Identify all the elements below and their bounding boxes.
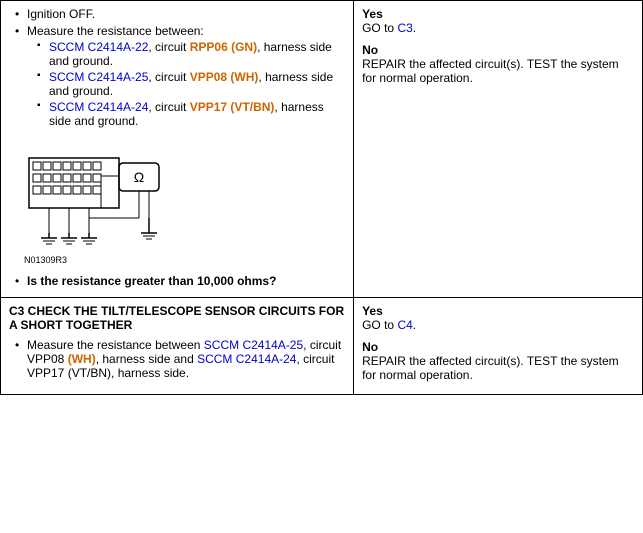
main-table: Ignition OFF. Measure the resistance bet… xyxy=(0,0,643,395)
sub-text-2: , circuit xyxy=(148,70,189,84)
step-list-1: Ignition OFF. Measure the resistance bet… xyxy=(9,7,345,128)
sub-item-2: SCCM C2414A-25, circuit VPP08 (WH), harn… xyxy=(35,70,345,98)
question-item: Is the resistance greater than 10,000 oh… xyxy=(13,274,345,288)
sub-item-3: SCCM C2414A-24, circuit VPP17 (VT/BN), h… xyxy=(35,100,345,128)
yes-link-2[interactable]: C4 xyxy=(397,318,412,332)
question-list: Is the resistance greater than 10,000 oh… xyxy=(9,274,345,288)
circuit-3: VPP17 (VT/BN) xyxy=(190,100,275,114)
sccm-link-3[interactable]: SCCM C2414A-24 xyxy=(49,100,148,114)
yes-label-2: Yes xyxy=(362,304,634,318)
question-text: Is the resistance greater than 10,000 oh… xyxy=(27,274,276,288)
yes-action-2: GO to C4. xyxy=(362,318,634,332)
sub-text-3: , circuit xyxy=(148,100,189,114)
ignition-text: Ignition OFF. xyxy=(27,7,95,21)
no-action-2: REPAIR the affected circuit(s). TEST the… xyxy=(362,354,634,382)
yes-section-1: Yes GO to C3. xyxy=(362,7,634,35)
sccm-link-4[interactable]: SCCM C2414A-25 xyxy=(204,338,303,352)
measure-item: Measure the resistance between: SCCM C24… xyxy=(13,24,345,128)
circuit-2: VPP08 (WH) xyxy=(190,70,259,84)
no-section-2: No REPAIR the affected circuit(s). TEST … xyxy=(362,340,634,382)
sub-item-1: SCCM C2414A-22, circuit RPP06 (GN), harn… xyxy=(35,40,345,68)
left-col-1: Ignition OFF. Measure the resistance bet… xyxy=(1,1,354,298)
no-label-1: No xyxy=(362,43,634,57)
sub-list-1: SCCM C2414A-22, circuit RPP06 (GN), harn… xyxy=(27,40,345,128)
measure-item-2: Measure the resistance between SCCM C241… xyxy=(13,338,345,380)
no-section-1: No REPAIR the affected circuit(s). TEST … xyxy=(362,43,634,85)
circuit-1: RPP06 (GN) xyxy=(190,40,257,54)
circuit-color-4: (WH) xyxy=(68,352,96,366)
wiring-diagram: Ω xyxy=(19,138,179,268)
right-col-1: Yes GO to C3. No REPAIR the affected cir… xyxy=(354,1,643,298)
c3-header: C3 CHECK THE TILT/TELESCOPE SENSOR CIRCU… xyxy=(9,304,345,332)
circuit-rest-4: , harness side and xyxy=(96,352,197,366)
sccm-link-5[interactable]: SCCM C2414A-24 xyxy=(197,352,296,366)
yes-period-2: . xyxy=(413,318,416,332)
diagram-container: Ω xyxy=(19,138,345,268)
measure-intro: Measure the resistance between: xyxy=(27,24,204,38)
left-col-2: C3 CHECK THE TILT/TELESCOPE SENSOR CIRCU… xyxy=(1,298,354,395)
sub-text-1: , circuit xyxy=(148,40,189,54)
svg-text:Ω: Ω xyxy=(134,169,144,185)
yes-link-1[interactable]: C3 xyxy=(397,21,412,35)
sccm-link-2[interactable]: SCCM C2414A-25 xyxy=(49,70,148,84)
no-action-1: REPAIR the affected circuit(s). TEST the… xyxy=(362,57,634,85)
yes-action-text-1: GO to xyxy=(362,21,397,35)
right-col-2: Yes GO to C4. No REPAIR the affected cir… xyxy=(354,298,643,395)
svg-text:N01309R3: N01309R3 xyxy=(24,255,67,265)
ignition-item: Ignition OFF. xyxy=(13,7,345,21)
yes-action-text-2: GO to xyxy=(362,318,397,332)
no-label-2: No xyxy=(362,340,634,354)
yes-period-1: . xyxy=(413,21,416,35)
sccm-link-1[interactable]: SCCM C2414A-22 xyxy=(49,40,148,54)
measure-intro-2: Measure the resistance between xyxy=(27,338,200,352)
yes-label-1: Yes xyxy=(362,7,634,21)
yes-section-2: Yes GO to C4. xyxy=(362,304,634,332)
yes-action-1: GO to C3. xyxy=(362,21,634,35)
step-list-2: Measure the resistance between SCCM C241… xyxy=(9,338,345,380)
table-row-1: Ignition OFF. Measure the resistance bet… xyxy=(1,1,643,298)
table-row-2: C3 CHECK THE TILT/TELESCOPE SENSOR CIRCU… xyxy=(1,298,643,395)
